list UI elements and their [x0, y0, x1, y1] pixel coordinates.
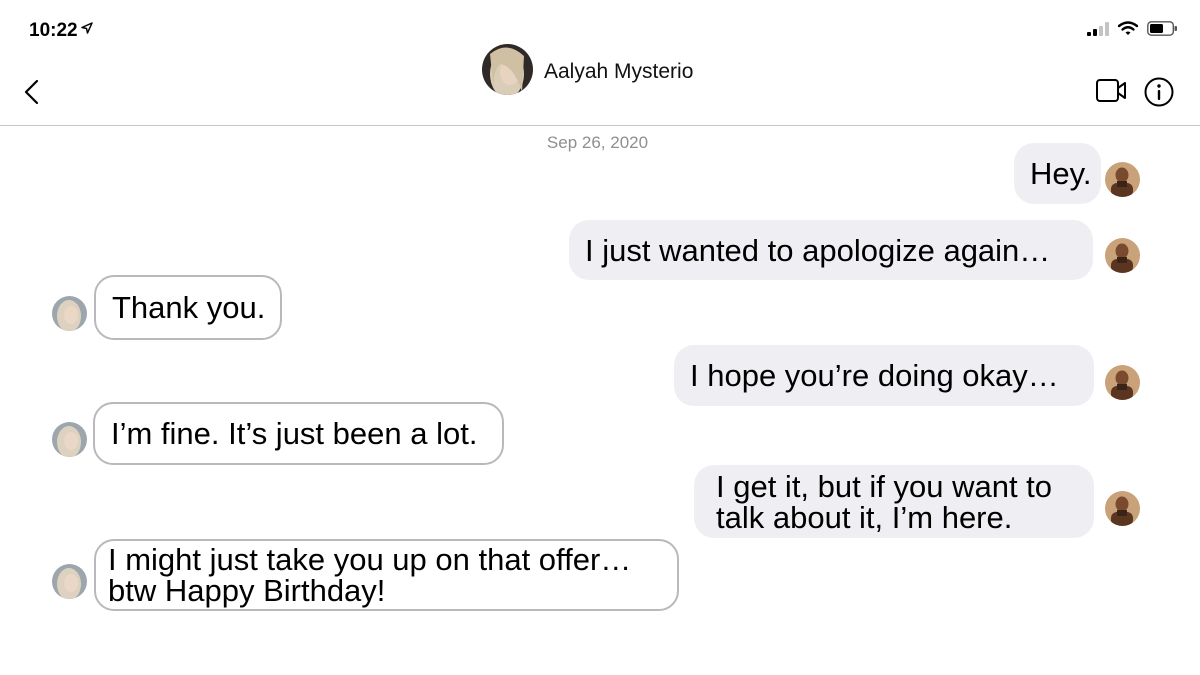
status-time: 10:22	[29, 20, 78, 41]
outgoing-message[interactable]: Hey.	[1014, 143, 1101, 204]
outgoing-message[interactable]: I get it, but if you want to talk about …	[694, 465, 1094, 538]
wifi-icon	[1117, 21, 1139, 41]
outgoing-message[interactable]: I hope you’re doing okay…	[674, 345, 1094, 406]
chevron-left-icon[interactable]	[20, 78, 46, 106]
video-camera-icon[interactable]	[1096, 79, 1127, 107]
message-text: I get it, but if you want to talk about …	[716, 468, 1053, 535]
incoming-message[interactable]: Thank you.	[94, 275, 282, 340]
outgoing-message[interactable]: I just wanted to apologize again…	[569, 220, 1093, 280]
sender-avatar[interactable]	[1105, 238, 1140, 273]
cellular-signal-icon	[1087, 21, 1109, 41]
contact-message-avatar[interactable]	[52, 564, 87, 599]
message-text: I just wanted to apologize again…	[585, 232, 1051, 268]
contact-message-avatar[interactable]	[52, 422, 87, 457]
date-separator: Sep 26, 2020	[546, 133, 649, 152]
message-text: I hope you’re doing okay…	[690, 358, 1059, 393]
message-text: Thank you.	[112, 290, 266, 325]
info-icon[interactable]	[1144, 77, 1174, 112]
incoming-message[interactable]: I might just take you up on that offer… …	[94, 539, 679, 611]
contact-message-avatar[interactable]	[52, 296, 87, 331]
message-text: I’m fine. It’s just been a lot.	[111, 416, 478, 451]
sender-avatar[interactable]	[1105, 365, 1140, 400]
chat-header: Aalyah Mysterio	[0, 40, 1200, 126]
message-text: I might just take you up on that offer… …	[108, 542, 632, 608]
sender-avatar[interactable]	[1105, 162, 1140, 197]
status-indicators	[1087, 21, 1178, 41]
contact-name[interactable]: Aalyah Mysterio	[544, 60, 693, 84]
sender-avatar[interactable]	[1105, 491, 1140, 526]
contact-avatar[interactable]	[482, 44, 533, 95]
incoming-message[interactable]: I’m fine. It’s just been a lot.	[93, 402, 504, 465]
battery-icon	[1147, 21, 1178, 41]
location-arrow-icon	[81, 21, 93, 39]
message-text: Hey.	[1030, 156, 1092, 191]
